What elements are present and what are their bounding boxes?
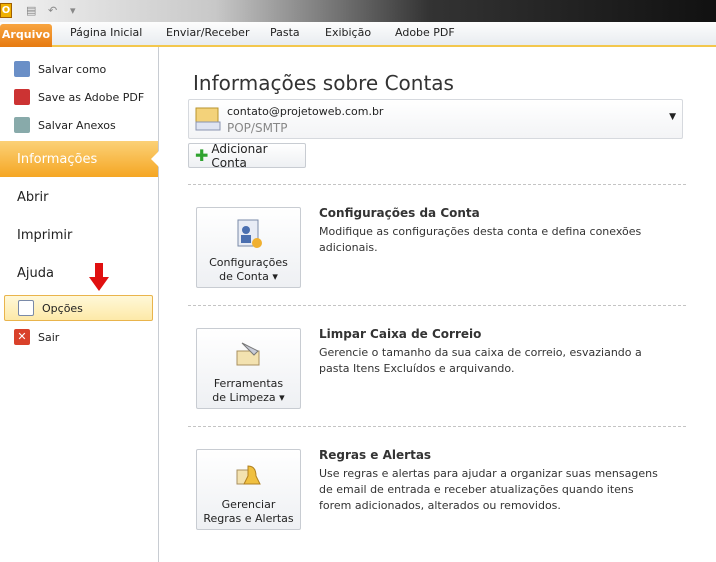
manage-rules-button[interactable]: Gerenciar Regras e Alertas <box>196 449 301 530</box>
ribbon-tabs: Arquivo Página Inicial Enviar/Receber Pa… <box>0 22 716 47</box>
section-title: Regras e Alertas <box>319 448 432 462</box>
button-label: Regras e Alertas <box>203 512 294 525</box>
divider <box>188 426 686 427</box>
sidebar-item-label: Sair <box>38 330 60 344</box>
sidebar-item-salvar-anexos[interactable]: Salvar Anexos <box>14 117 116 133</box>
tab-adobe-pdf[interactable]: Adobe PDF <box>395 26 455 39</box>
sidebar-item-opcoes[interactable]: Opções <box>4 295 153 321</box>
button-label: Configurações <box>209 256 288 269</box>
section-title: Limpar Caixa de Correio <box>319 327 482 341</box>
tab-pagina-inicial[interactable]: Página Inicial <box>70 26 142 39</box>
backstage-sidebar: Salvar como Save as Adobe PDF Salvar Ane… <box>0 47 159 562</box>
page-title: Informações sobre Contas <box>193 71 454 95</box>
options-icon <box>18 300 34 316</box>
sidebar-item-informacoes[interactable]: Informações <box>0 141 159 177</box>
sidebar-item-salvar-como[interactable]: Salvar como <box>14 61 106 77</box>
tab-enviar-receber[interactable]: Enviar/Receber <box>166 26 249 39</box>
section-description: Modifique as configurações desta conta e… <box>319 225 642 254</box>
add-account-label: Adicionar Conta <box>211 141 268 170</box>
outlook-app-icon[interactable]: O <box>0 3 12 18</box>
red-arrow-down-icon <box>89 263 109 291</box>
button-label: de Limpeza <box>212 391 276 404</box>
pdf-icon <box>14 89 30 105</box>
sidebar-item-ajuda[interactable]: Ajuda <box>17 266 54 281</box>
exit-icon: ✕ <box>14 329 30 345</box>
sidebar-item-label: Salvar Anexos <box>38 118 116 132</box>
add-account-button[interactable]: ✚ Adicionar Conta <box>188 141 306 170</box>
title-bar: O ▤ ↶ ▾ <box>0 0 716 22</box>
tab-arquivo[interactable]: Arquivo <box>0 24 52 47</box>
sidebar-item-imprimir[interactable]: Imprimir <box>17 228 72 243</box>
sidebar-item-sair[interactable]: ✕ Sair <box>14 329 59 345</box>
button-label: de Conta <box>219 270 269 283</box>
undo-icon[interactable]: ↶ <box>48 4 57 18</box>
button-label: Ferramentas <box>213 377 284 390</box>
send-receive-icon[interactable]: ▤ <box>26 4 36 18</box>
account-type: POP/SMTP <box>227 121 288 135</box>
divider <box>188 184 686 185</box>
account-settings-icon <box>237 219 262 248</box>
sidebar-item-abrir[interactable]: Abrir <box>17 190 48 205</box>
customize-toolbar-icon[interactable]: ▾ <box>70 4 76 18</box>
sidebar-item-label: Salvar como <box>38 62 107 76</box>
divider <box>188 305 686 306</box>
sidebar-item-save-as-pdf[interactable]: Save as Adobe PDF <box>14 89 144 105</box>
cleanup-tools-icon <box>236 342 260 366</box>
attachment-icon <box>14 117 30 133</box>
plus-icon: ✚ <box>195 146 209 165</box>
section-title: Configurações da Conta <box>319 206 480 220</box>
account-email: contato@projetoweb.com.br <box>227 105 384 118</box>
section-description: Use regras e alertas para ajudar a organ… <box>319 467 658 512</box>
account-info-panel: Informações sobre Contas contato@projeto… <box>160 47 716 562</box>
button-label: Gerenciar <box>221 498 276 511</box>
save-icon <box>14 61 30 77</box>
account-settings-button[interactable]: Configurações de Conta ▾ <box>196 207 301 288</box>
chevron-down-icon[interactable]: ▼ <box>669 112 676 122</box>
sidebar-item-label: Opções <box>42 301 83 315</box>
tab-pasta[interactable]: Pasta <box>270 26 300 39</box>
tab-exibicao[interactable]: Exibição <box>325 26 371 39</box>
rules-alerts-icon <box>236 465 261 485</box>
account-selector[interactable]: contato@projetoweb.com.br POP/SMTP ▼ <box>188 99 683 139</box>
section-description: Gerencie o tamanho da sua caixa de corre… <box>319 346 642 375</box>
cleanup-tools-button[interactable]: Ferramentas de Limpeza ▾ <box>196 328 301 409</box>
sidebar-item-label: Save as Adobe PDF <box>38 90 145 104</box>
mailbox-icon <box>195 107 221 131</box>
